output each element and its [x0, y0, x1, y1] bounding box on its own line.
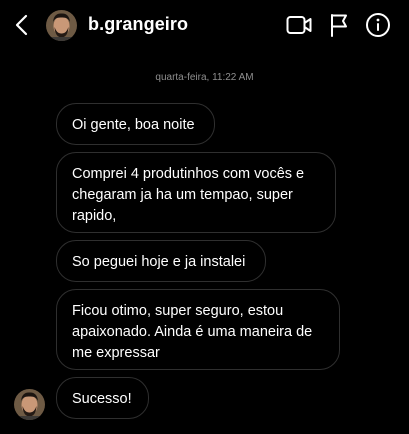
message-bubble[interactable]: Ficou otimo, super seguro, estou apaixon… [56, 289, 340, 370]
chevron-left-icon [15, 14, 28, 36]
info-icon [366, 13, 390, 37]
profile-username[interactable]: b.grangeiro [88, 14, 188, 35]
sender-avatar[interactable] [14, 389, 45, 420]
profile-avatar[interactable] [46, 10, 77, 41]
message-bubble[interactable]: Sucesso! [56, 377, 149, 419]
message-bubble[interactable]: So peguei hoje e ja instalei [56, 240, 266, 282]
back-button[interactable] [8, 10, 36, 40]
report-button[interactable] [329, 12, 349, 38]
message-bubble[interactable]: Comprei 4 produtinhos com vocês e chegar… [56, 152, 336, 233]
message-timestamp: quarta-feira, 11:22 AM [155, 72, 254, 83]
message-bubble[interactable]: Oi gente, boa noite [56, 103, 215, 145]
flag-icon [331, 14, 347, 37]
chat-header: b.grangeiro [0, 0, 409, 52]
info-button[interactable] [365, 12, 391, 38]
video-call-button[interactable] [286, 14, 312, 36]
video-call-icon [286, 16, 312, 34]
